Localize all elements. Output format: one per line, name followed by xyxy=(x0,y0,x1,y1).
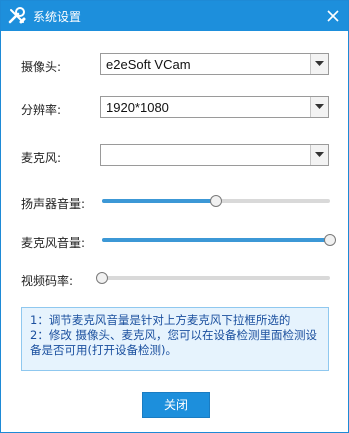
video-bitrate-slider[interactable] xyxy=(96,271,330,285)
help-note-line1: 1：调节麦克风音量是针对上方麦克风下拉框所选的 xyxy=(30,313,291,327)
window-title: 系统设置 xyxy=(33,10,82,24)
slider-thumb[interactable] xyxy=(210,195,222,207)
resolution-value: 1920*1080 xyxy=(106,100,169,115)
microphone-select[interactable] xyxy=(100,144,329,166)
help-note-line2-end: )。 xyxy=(161,343,177,357)
resolution-select[interactable]: 1920*1080 xyxy=(100,96,329,118)
settings-window: 系统设置 摄像头: e2eSoft VCam 分辨率: 1920*1080 麦克… xyxy=(0,0,349,433)
resolution-dropdown-button[interactable] xyxy=(310,97,328,117)
chevron-down-icon xyxy=(315,61,324,66)
video-bitrate-label: 视频码率: xyxy=(21,274,74,288)
mic-volume-slider[interactable] xyxy=(102,233,336,247)
speaker-volume-slider[interactable] xyxy=(102,194,330,208)
camera-label: 摄像头: xyxy=(21,60,62,74)
open-device-check-link[interactable]: 打开设备检测 xyxy=(92,343,161,357)
slider-track xyxy=(102,276,330,280)
microphone-dropdown-button[interactable] xyxy=(310,145,328,165)
title-bar: 系统设置 xyxy=(1,1,348,31)
help-note: 1：调节麦克风音量是针对上方麦克风下拉框所选的 2：修改 摄像头、麦克风，您可以… xyxy=(21,307,329,371)
camera-select[interactable]: e2eSoft VCam xyxy=(100,53,329,75)
chevron-down-icon xyxy=(315,104,324,109)
chevron-down-icon xyxy=(315,152,324,157)
help-note-line2: 2：修改 摄像头、麦克风，您可以在设备检测里面检测设备是否可用(打开设备检测)。 xyxy=(30,328,320,358)
resolution-label: 分辨率: xyxy=(21,103,62,117)
slider-fill xyxy=(102,199,216,203)
close-icon[interactable] xyxy=(324,7,342,25)
slider-thumb[interactable] xyxy=(96,272,108,284)
camera-value: e2eSoft VCam xyxy=(106,57,191,72)
camera-dropdown-button[interactable] xyxy=(310,54,328,74)
microphone-label: 麦克风: xyxy=(21,151,62,165)
close-button[interactable]: 关闭 xyxy=(142,392,210,418)
slider-thumb[interactable] xyxy=(324,234,336,246)
speaker-volume-label: 扬声器音量: xyxy=(21,197,86,211)
tools-icon xyxy=(8,7,26,24)
mic-volume-label: 麦克风音量: xyxy=(21,236,86,250)
slider-fill xyxy=(102,238,330,242)
